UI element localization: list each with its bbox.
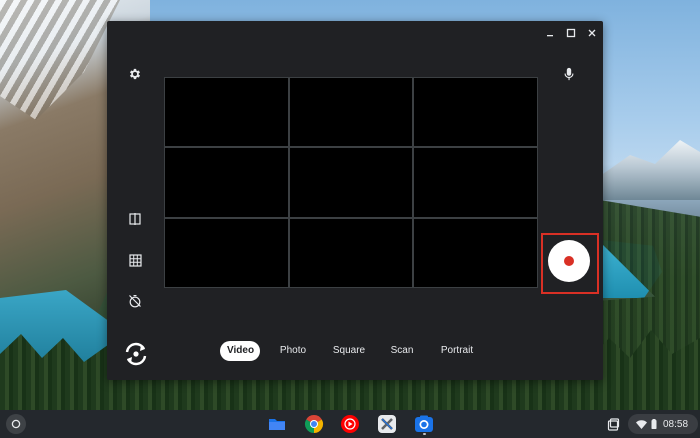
wifi-icon — [636, 419, 647, 429]
close-icon — [588, 29, 596, 37]
settings-button[interactable] — [125, 64, 145, 84]
grid-cell — [288, 77, 414, 148]
mode-tab-photo[interactable]: Photo — [277, 341, 309, 361]
grid-cell — [413, 147, 538, 218]
mode-tab-portrait[interactable]: Portrait — [437, 341, 477, 361]
grid-cell — [164, 147, 289, 218]
microphone-icon — [564, 67, 574, 81]
camera-app-button[interactable] — [413, 413, 435, 435]
mode-tab-scan[interactable]: Scan — [388, 341, 416, 361]
maximize-icon — [566, 28, 576, 38]
timer-off-icon — [129, 295, 141, 308]
grid-cell — [413, 217, 538, 288]
grid-button[interactable] — [125, 250, 145, 270]
grid-cell — [164, 217, 289, 288]
timer-button[interactable] — [125, 291, 145, 311]
mode-tab-video[interactable]: Video — [220, 341, 260, 361]
status-area[interactable]: 08:58 — [628, 414, 698, 434]
tool-app-icon — [378, 415, 396, 433]
files-app-icon — [269, 419, 285, 430]
mode-tab-square[interactable]: Square — [330, 341, 368, 361]
youtube-music-app-icon — [341, 415, 359, 433]
minimize-button[interactable] — [542, 25, 558, 41]
battery-icon — [651, 419, 657, 429]
chrome-app-icon — [304, 415, 324, 433]
files-app-button[interactable] — [266, 413, 288, 435]
tote-icon — [607, 417, 619, 431]
microphone-button[interactable] — [559, 64, 579, 84]
grid-icon — [128, 253, 142, 267]
clock: 08:58 — [663, 418, 689, 430]
record-button[interactable] — [548, 240, 590, 282]
minimize-icon — [547, 35, 553, 37]
wallpaper-mountain-right — [600, 140, 700, 200]
camera-app-window: Video Photo Square Scan Portrait — [107, 21, 603, 380]
mirror-icon — [129, 213, 141, 225]
tool-app-button[interactable] — [376, 413, 398, 435]
camera-preview — [164, 77, 538, 288]
grid-cell — [164, 77, 289, 148]
record-icon — [564, 256, 574, 266]
grid-cell — [288, 147, 414, 218]
gear-icon — [129, 68, 141, 80]
close-button[interactable] — [584, 25, 600, 41]
running-indicator — [423, 433, 426, 435]
camera-app-icon — [415, 415, 433, 432]
launcher-button[interactable] — [6, 414, 26, 434]
tote-button[interactable] — [604, 415, 622, 433]
grid-cell — [413, 77, 538, 148]
mirror-button[interactable] — [125, 209, 145, 229]
grid-cell — [288, 217, 414, 288]
chrome-app-button[interactable] — [303, 413, 325, 435]
launcher-icon — [11, 419, 21, 429]
shelf: 08:58 — [0, 410, 700, 438]
mode-selector: Video Photo Square Scan Portrait — [107, 341, 603, 363]
youtube-music-app-button[interactable] — [339, 413, 361, 435]
maximize-button[interactable] — [563, 25, 579, 41]
